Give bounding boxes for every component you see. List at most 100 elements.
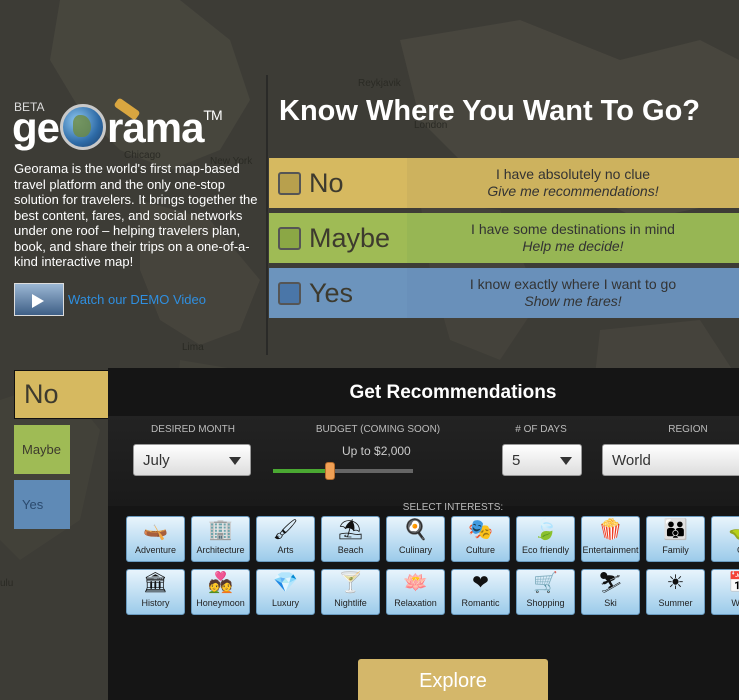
option-no-label: No xyxy=(309,167,344,198)
buildings-icon: 🏢 xyxy=(208,519,233,541)
interest-label: Relaxation xyxy=(394,598,437,608)
trademark: TM xyxy=(203,107,222,123)
interest-tile-wee[interactable]: 📅Wee xyxy=(711,569,739,615)
kayak-icon: 🛶 xyxy=(143,519,168,541)
interest-label: Ski xyxy=(604,598,617,608)
days-value: 5 xyxy=(512,452,521,469)
checkbox-icon[interactable] xyxy=(278,281,301,305)
option-no-line1: I have absolutely no clue xyxy=(495,166,651,182)
checkbox-icon[interactable] xyxy=(278,171,301,195)
option-yes-line1: I know exactly where I want to go xyxy=(469,276,677,292)
interest-label: Honeymoon xyxy=(196,598,245,608)
month-select[interactable]: July xyxy=(133,444,251,476)
option-yes-label-area[interactable]: Yes xyxy=(269,268,407,318)
region-label: REGION xyxy=(668,424,708,435)
explore-button[interactable]: Explore xyxy=(358,659,548,700)
couple-heart-icon: 💑 xyxy=(208,572,233,594)
demo-link-text[interactable]: Watch our DEMO Video xyxy=(68,292,206,307)
days-select[interactable]: 5 xyxy=(502,444,582,476)
interest-label: Eco friendly xyxy=(521,545,570,555)
option-maybe-line2: Help me decide! xyxy=(522,238,624,254)
interest-tile-nightlife[interactable]: 🍸 Nightlife xyxy=(321,569,380,615)
interest-label: Family xyxy=(662,545,689,555)
interest-label: Nightlife xyxy=(334,598,367,608)
interest-tile-arts[interactable]: 🖌 Arts xyxy=(256,516,315,562)
interest-tile-honeymoon[interactable]: 💑 Honeymoon xyxy=(191,569,250,615)
interest-tile-entertainment[interactable]: 🍿 Entertainment xyxy=(581,516,640,562)
umbrella-icon: ⛱ xyxy=(337,519,364,541)
region-select[interactable]: World xyxy=(602,444,739,476)
sun-icon: ☀ xyxy=(666,572,685,594)
skier-icon: ⛷ xyxy=(597,572,624,594)
option-maybe-line1: I have some destinations in mind xyxy=(471,221,675,237)
leaf-icon: 🍃 xyxy=(533,519,558,541)
heart-icon: ❤ xyxy=(472,572,489,594)
video-thumbnail[interactable] xyxy=(14,283,64,316)
map-label-reykjavik: Reykjavik xyxy=(358,78,401,89)
interest-tile-ski[interactable]: ⛷ Ski xyxy=(581,569,640,615)
option-maybe[interactable]: Maybe I have some destinations in mind H… xyxy=(269,213,739,263)
interest-tile-luxury[interactable]: 💎 Luxury xyxy=(256,569,315,615)
interest-tile-culinary[interactable]: 🍳 Culinary xyxy=(386,516,445,562)
map-label-ulu: ulu xyxy=(0,578,14,589)
option-no-line2: Give me recommendations! xyxy=(487,183,659,199)
interest-tile-beach[interactable]: ⛱ Beach xyxy=(321,516,380,562)
filters-bar: DESIRED MONTH July BUDGET (COMING SOON) … xyxy=(108,416,739,506)
option-yes-description[interactable]: I know exactly where I want to go Show m… xyxy=(407,268,739,318)
lotus-icon: 🪷 xyxy=(403,572,428,594)
georama-logo[interactable]: ge ramaTM xyxy=(12,97,223,152)
chef-hat-icon: 🍳 xyxy=(403,519,428,541)
brush-icon: 🖌 xyxy=(272,519,299,541)
option-no-label-area[interactable]: No xyxy=(269,158,407,208)
interest-tile-history[interactable]: 🏛 History xyxy=(126,569,185,615)
interest-label: Wee xyxy=(731,598,739,608)
popcorn-icon: 🍿 xyxy=(598,519,623,541)
chevron-down-icon xyxy=(229,457,241,465)
globe-icon xyxy=(60,104,107,150)
interest-label: Luxury xyxy=(271,598,299,608)
option-yes[interactable]: Yes I know exactly where I want to go Sh… xyxy=(269,268,739,318)
chevron-down-icon xyxy=(560,457,572,465)
interest-tile-adventure[interactable]: 🛶 Adventure xyxy=(126,516,185,562)
calendar-icon: 📅 xyxy=(712,570,739,598)
budget-value: Up to $2,000 xyxy=(342,444,411,458)
tab-yes[interactable]: Yes xyxy=(14,480,70,529)
interest-tile-family[interactable]: 👪 Family xyxy=(646,516,705,562)
region-value: World xyxy=(612,452,651,469)
interest-label: Beach xyxy=(337,545,364,555)
interest-tile-romantic[interactable]: ❤ Romantic xyxy=(451,569,510,615)
logo-text-start: ge xyxy=(12,104,60,151)
budget-slider[interactable] xyxy=(273,462,413,480)
option-no[interactable]: No I have absolutely no clue Give me rec… xyxy=(269,158,739,208)
interest-tile-shopping[interactable]: 🛒 Shopping xyxy=(516,569,575,615)
option-yes-label: Yes xyxy=(309,277,354,308)
month-value: July xyxy=(143,452,170,469)
interest-label: Culinary xyxy=(398,545,432,555)
golf-icon: ⛳ xyxy=(712,517,739,545)
intro-section: BETA ge ramaTM Georama is the world's fir… xyxy=(0,0,267,355)
interest-tile-culture[interactable]: 🎭 Culture xyxy=(451,516,510,562)
interest-tile-relaxation[interactable]: 🪷 Relaxation xyxy=(386,569,445,615)
option-no-description[interactable]: I have absolutely no clue Give me recomm… xyxy=(407,158,739,208)
budget-slider-handle[interactable] xyxy=(325,462,336,480)
option-maybe-description[interactable]: I have some destinations in mind Help me… xyxy=(407,213,739,263)
recommendations-panel: Get Recommendations DESIRED MONTH July B… xyxy=(108,368,739,700)
option-maybe-label-area[interactable]: Maybe xyxy=(269,213,407,263)
interest-tile-architecture[interactable]: 🏢 Architecture xyxy=(191,516,250,562)
checkbox-icon[interactable] xyxy=(278,226,301,250)
interest-tile-summer[interactable]: ☀ Summer xyxy=(646,569,705,615)
demo-video-link[interactable]: Watch our DEMO Video xyxy=(14,283,206,316)
interests-label: SELECT INTERESTS: xyxy=(402,502,504,513)
tab-maybe[interactable]: Maybe xyxy=(14,425,70,474)
tab-no[interactable]: No xyxy=(14,370,109,419)
interest-label: Romantic xyxy=(461,598,500,608)
interest-label: Shopping xyxy=(526,598,565,608)
interest-label: Culture xyxy=(465,545,495,555)
budget-slider-fill xyxy=(273,469,331,473)
panel-title: Get Recommendations xyxy=(349,382,557,403)
month-label: DESIRED MONTH xyxy=(151,424,235,435)
interest-label: Summer xyxy=(658,598,693,608)
interest-tile-g[interactable]: ⛳G xyxy=(711,516,739,562)
interest-tile-eco-friendly[interactable]: 🍃 Eco friendly xyxy=(516,516,575,562)
family-icon: 👪 xyxy=(663,519,688,541)
